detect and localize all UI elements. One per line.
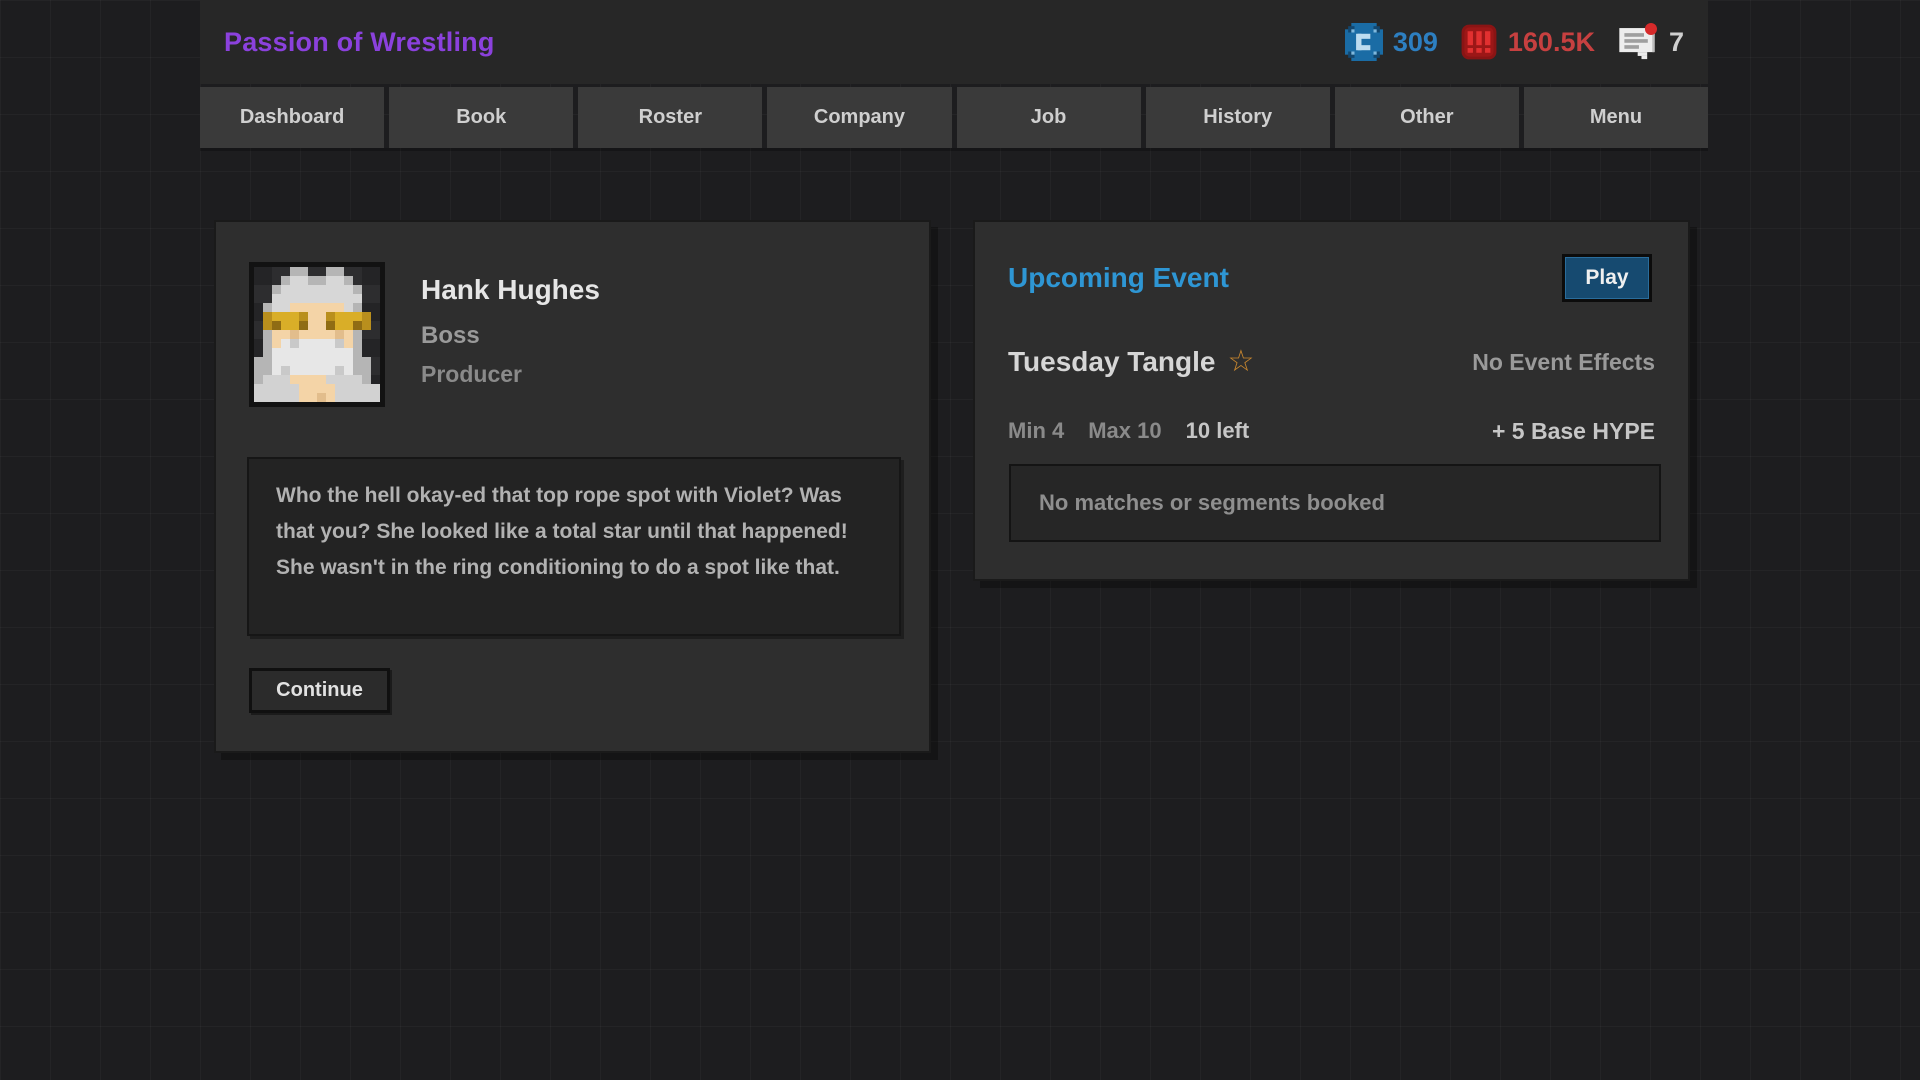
hype-value: 160.5K	[1507, 26, 1595, 57]
character-name: Hank Hughes	[421, 274, 600, 305]
stats-bar: 309 160.5K 7	[1344, 23, 1684, 61]
hank-hughes-avatar	[249, 262, 385, 407]
app-title: Passion of Wrestling	[224, 26, 495, 57]
max-label: Max 10	[1088, 418, 1162, 443]
coin-icon	[1344, 23, 1383, 61]
upcoming-event-card: Upcoming Event Play Tuesday Tangle ☆ No …	[973, 220, 1690, 581]
star-icon: ☆	[1227, 345, 1255, 378]
dialogue-message: Who the hell okay-ed that top rope spot …	[247, 457, 901, 636]
character-job: Producer	[421, 361, 522, 387]
event-name-wrap: Tuesday Tangle ☆	[1008, 346, 1254, 378]
dialogue-card: Hank Hughes Boss Producer Who the hell o…	[214, 220, 931, 753]
event-header: Upcoming Event Play	[1008, 252, 1652, 304]
tab-company[interactable]: Company	[767, 87, 952, 148]
nav-tabs: Dashboard Book Roster Company Job Histor…	[200, 87, 1708, 148]
header: Passion of Wrestling 309 160.5K 7 Dashbo…	[200, 0, 1708, 148]
coins-counter: 309	[1344, 23, 1438, 61]
booking-status-box: No matches or segments booked	[1009, 464, 1661, 542]
event-effects-label: No Event Effects	[1472, 348, 1655, 375]
tab-menu[interactable]: Menu	[1523, 87, 1708, 148]
hype-counter: 160.5K	[1460, 23, 1595, 61]
title-bar: Passion of Wrestling 309 160.5K 7	[200, 0, 1708, 84]
min-label: Min 4	[1008, 418, 1065, 443]
base-hype-label: + 5 Base HYPE	[1491, 417, 1655, 444]
tab-job[interactable]: Job	[956, 87, 1141, 148]
tab-book[interactable]: Book	[389, 87, 574, 148]
messages-value[interactable]: 7	[1669, 27, 1684, 58]
event-card-title: Upcoming Event	[1008, 262, 1229, 293]
event-name: Tuesday Tangle	[1008, 346, 1216, 377]
character-info: Hank Hughes Boss Producer	[421, 274, 600, 388]
tab-history[interactable]: History	[1145, 87, 1330, 148]
play-button[interactable]: Play	[1562, 254, 1652, 302]
tab-roster[interactable]: Roster	[578, 87, 763, 148]
coins-value: 309	[1392, 26, 1438, 57]
event-limits: Min 4 Max 10 10 left	[1008, 418, 1249, 444]
tab-dashboard[interactable]: Dashboard	[200, 87, 385, 148]
messages-counter[interactable]: 7	[1617, 23, 1684, 61]
slots-left: 10 left	[1185, 418, 1250, 443]
character-role: Boss	[421, 322, 480, 349]
tab-other[interactable]: Other	[1334, 87, 1519, 148]
event-name-row: Tuesday Tangle ☆ No Event Effects	[1008, 342, 1655, 382]
hype-icon	[1460, 23, 1498, 61]
continue-button[interactable]: Continue	[249, 668, 390, 713]
event-limits-row: Min 4 Max 10 10 left + 5 Base HYPE	[1008, 418, 1655, 444]
messages-icon[interactable]	[1617, 23, 1659, 61]
